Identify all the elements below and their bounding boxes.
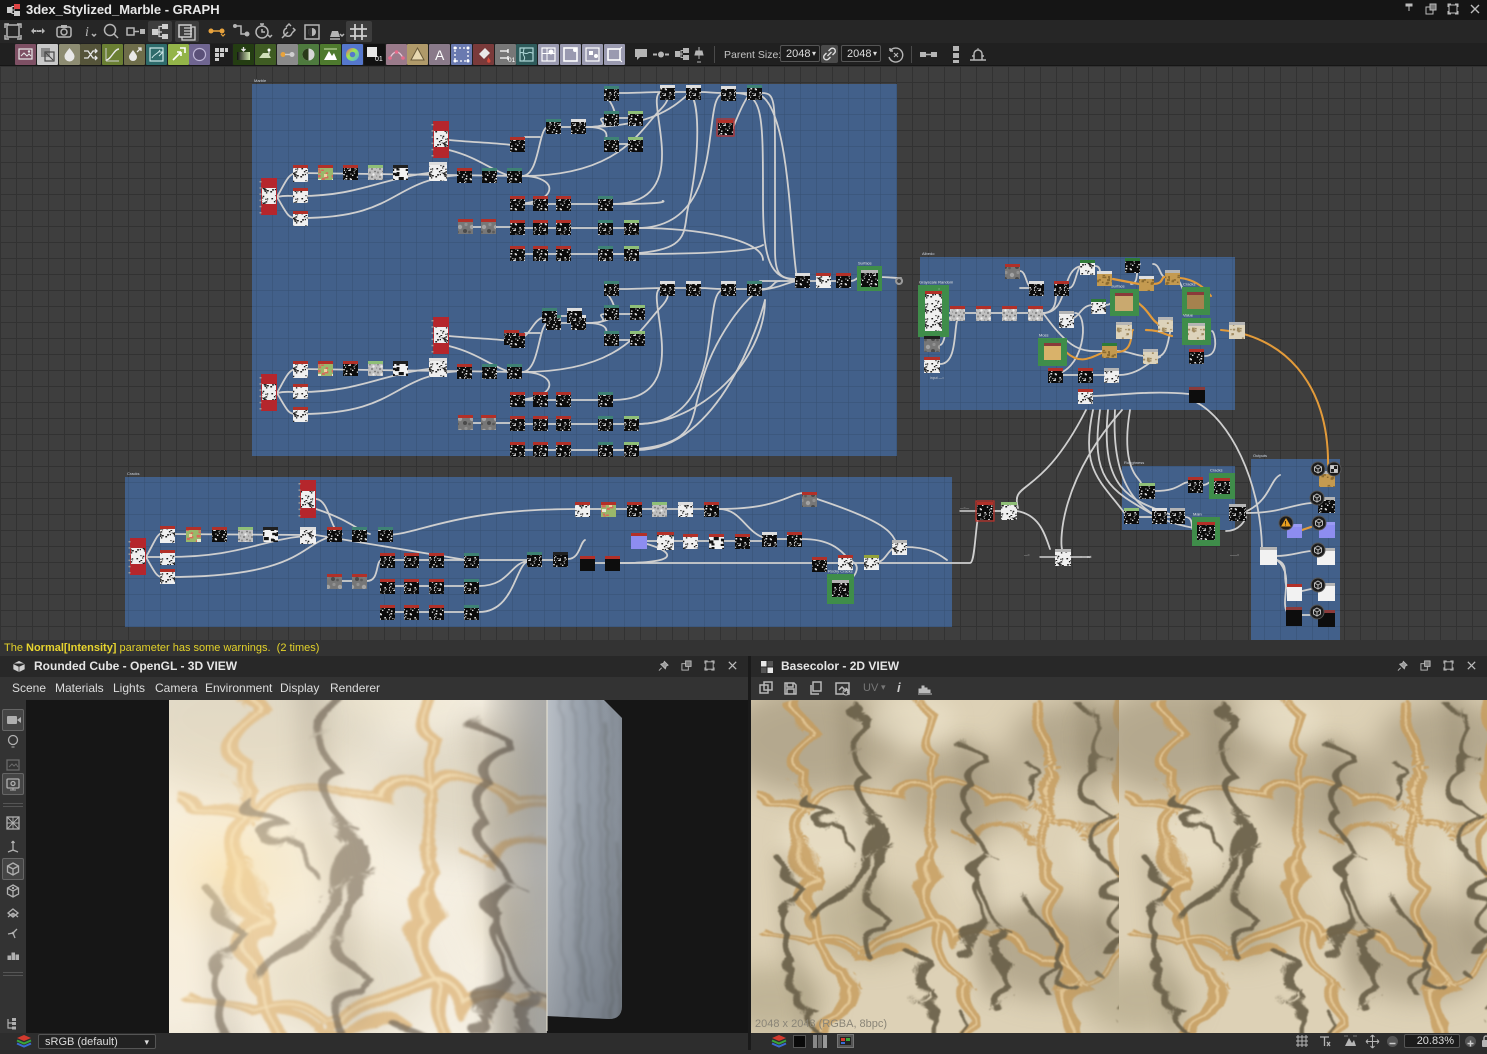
svg-text:○— out: ○— out [1080, 555, 1091, 559]
svg-text:Cracks: Cracks [1183, 282, 1195, 287]
svg-text:Value: Value [1183, 313, 1194, 318]
svg-text:Moss: Moss [1039, 333, 1049, 338]
svg-text:01: 01 [508, 57, 516, 64]
svg-text:i: i [85, 25, 89, 40]
svg-text:○: ○ [938, 287, 940, 291]
svg-text:Roughness: Roughness [1124, 460, 1144, 465]
svg-text:—○—: —○— [960, 506, 970, 510]
svg-text:A: A [435, 47, 445, 63]
svg-text:2048 x 2048 (RGBA, 8bpc): 2048 x 2048 (RGBA, 8bpc) [755, 1018, 887, 1030]
svg-text:input —○: input —○ [930, 376, 944, 380]
svg-text:Surface: Surface [1111, 284, 1126, 289]
svg-text:Cracks: Cracks [1210, 468, 1222, 473]
svg-text:Albedo: Albedo [922, 251, 935, 256]
svg-text:Marble: Marble [254, 78, 267, 83]
svg-text:Main: Main [1193, 512, 1202, 517]
svg-text:——○: ——○ [1230, 553, 1239, 557]
svg-text:Outputs: Outputs [1253, 453, 1267, 458]
svg-text:—○: —○ [1024, 553, 1030, 557]
svg-text:1:1: 1:1 [35, 30, 44, 36]
svg-text:Surface: Surface [858, 261, 873, 266]
svg-text:01: 01 [375, 56, 383, 63]
svg-text:Grayscale Random: Grayscale Random [919, 280, 954, 285]
svg-text:!: ! [1285, 522, 1287, 528]
svg-text:Cracks: Cracks [127, 471, 139, 476]
